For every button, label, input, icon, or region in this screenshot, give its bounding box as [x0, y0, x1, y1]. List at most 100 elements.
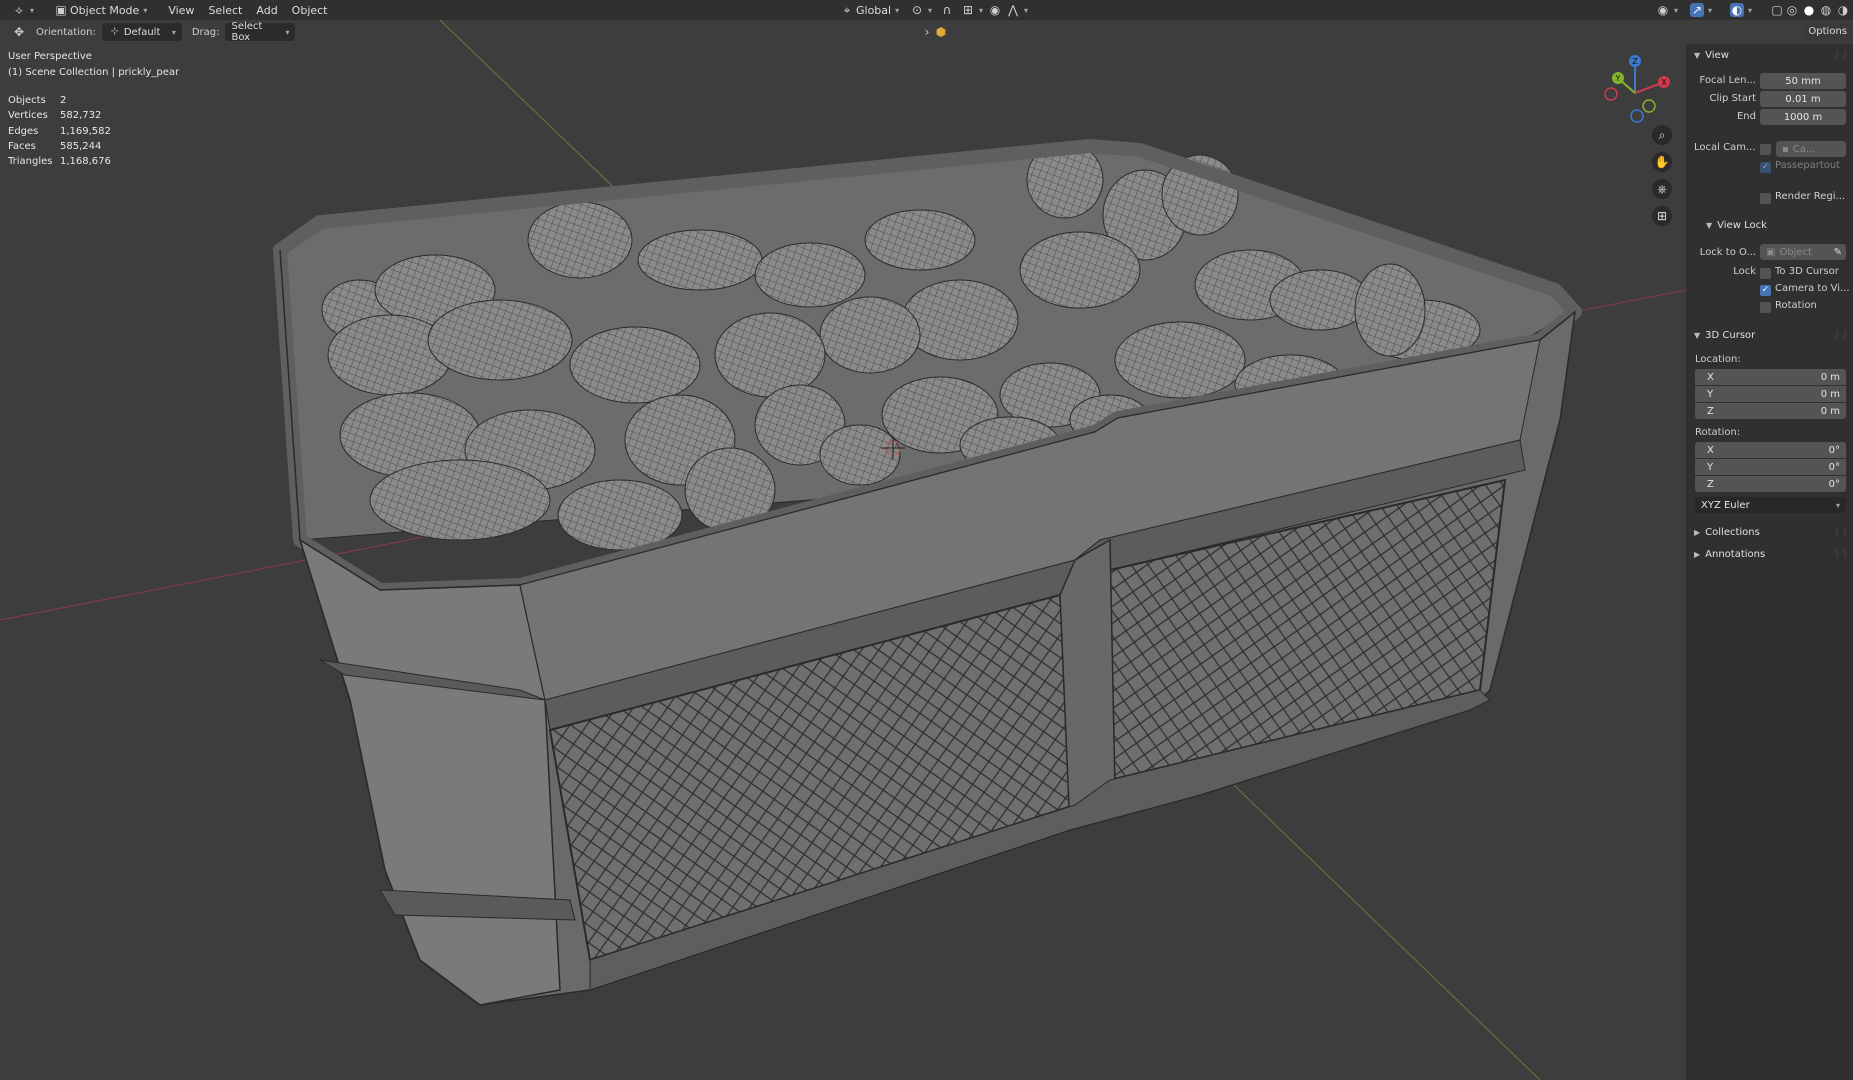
focal-length-label: Focal Len... — [1699, 75, 1756, 86]
navigation-gizmo[interactable]: Z X Y — [1600, 53, 1670, 123]
viewport-collection: (1) Scene Collection | prickly_pear — [8, 67, 180, 78]
editor-type-button[interactable]: ⟡ ▾ — [6, 1, 40, 19]
camera-icon: ▪ — [1782, 143, 1789, 155]
lock-to-3d-cursor-checkbox[interactable] — [1760, 268, 1771, 279]
chevron-right-icon: ▶ — [1694, 549, 1701, 559]
menu-add[interactable]: Add — [249, 4, 284, 17]
cursor-location-z-field[interactable]: Z0 m — [1695, 403, 1846, 419]
panel-header-3d-cursor[interactable]: ▼ 3D Cursor — [1694, 326, 1755, 344]
chevron-down-icon: ▾ — [1835, 500, 1840, 510]
overlay-toggle[interactable]: ◐ ▾ — [1724, 1, 1758, 19]
render-region-checkbox[interactable] — [1760, 193, 1771, 204]
cursor-rotation-x-field[interactable]: X 0° — [1695, 442, 1846, 458]
menu-view[interactable]: View — [161, 4, 201, 17]
chevron-down-icon: ▼ — [1694, 50, 1701, 60]
cursor-location-label: Location: — [1695, 354, 1741, 365]
object-mode-icon: ▣ — [55, 3, 67, 17]
local-camera-checkbox[interactable] — [1760, 144, 1771, 155]
panel-header-annotations[interactable]: ▶ Annotations — [1694, 545, 1765, 563]
orientation-default-icon: ⊹ — [110, 26, 120, 37]
menu-object[interactable]: Object — [285, 4, 335, 17]
scene-statistics: Objects 2 Vertices 582,732 Edges 1,169,582 … — [8, 93, 111, 169]
local-camera-label: Local Cam... — [1694, 142, 1756, 153]
snap-increment-icon: ⊞ — [962, 3, 974, 17]
gizmo-toggle[interactable]: ↗ ▾ — [1684, 1, 1718, 19]
pivot-point-button[interactable]: ⊙ ▾ — [904, 1, 938, 19]
rendered-shading-icon: ◑ — [1837, 3, 1849, 17]
drag-label: Drag: — [191, 26, 220, 38]
mode-dropdown[interactable]: ▣ Object Mode ▾ — [48, 1, 153, 19]
drag-value: Select Box — [231, 21, 263, 43]
cursor-location-y-field[interactable]: Y0 m — [1695, 386, 1846, 402]
eyedropper-icon[interactable]: ✎ — [1834, 247, 1842, 258]
solid-shading-icon: ● — [1803, 3, 1815, 17]
sidebar-n-panel: Options ▼ View ⋮⋮ Focal Len... 50 mm Cli… — [1686, 22, 1853, 1080]
gizmo-icon: ↗ — [1690, 3, 1704, 17]
zoom-icon[interactable]: ⌕ — [1652, 125, 1672, 145]
gizmo-x-label: X — [1661, 78, 1667, 87]
material-shading-icon: ◍ — [1820, 3, 1832, 17]
shading-rendered-button[interactable]: ◑ — [1834, 1, 1852, 19]
transform-orientation-label: Global — [856, 3, 892, 17]
lock-camera-to-view-label: Camera to Vi... — [1775, 283, 1850, 294]
clip-end-label: End — [1736, 111, 1756, 122]
lock-camera-to-view-checkbox[interactable]: ✓ — [1760, 285, 1771, 296]
lock-rotation-label: Rotation — [1775, 300, 1817, 311]
panel-header-view[interactable]: ▼ View — [1694, 46, 1729, 64]
visibility-button[interactable]: ◉ ▾ — [1650, 1, 1684, 19]
focal-length-field[interactable]: 50 mm — [1760, 73, 1846, 89]
pan-hand-icon[interactable]: ✋ — [1652, 152, 1672, 172]
gizmo-z-label: Z — [1632, 57, 1638, 66]
shading-material-button[interactable]: ◍ — [1817, 1, 1835, 19]
menu-select[interactable]: Select — [201, 4, 249, 17]
stat-row: Faces 585,244 — [8, 141, 102, 153]
lock-label: Lock — [1733, 266, 1756, 277]
pivot-icon: ⊙ — [911, 3, 923, 17]
orientation-dropdown[interactable]: ⊹ Default ▾ — [101, 23, 182, 41]
clip-start-label: Clip Start — [1709, 93, 1757, 104]
shading-wireframe-button[interactable]: ◎ — [1783, 1, 1801, 19]
options-tab[interactable]: Options — [1802, 22, 1853, 42]
drag-handle-icon[interactable]: ⋮⋮ — [1833, 527, 1849, 536]
drag-handle-icon[interactable]: ⋮⋮ — [1833, 50, 1849, 59]
passepartout-label: Passepartout — [1775, 160, 1841, 171]
cursor-rotation-z-field[interactable]: Z 0° — [1695, 476, 1846, 492]
drag-handle-icon[interactable]: ⋮⋮ — [1833, 330, 1849, 339]
falloff-icon: ⋀ — [1008, 3, 1018, 17]
editor-type-icon: ⟡ — [15, 3, 23, 17]
lock-rotation-checkbox[interactable] — [1760, 302, 1771, 313]
lock-to-object-field[interactable]: ▣ Object ✎ — [1760, 244, 1846, 260]
passepartout-checkbox[interactable]: ✓ — [1760, 162, 1771, 173]
orientation-global-icon: ⌖ — [843, 3, 851, 17]
cursor-rotation-label: Rotation: — [1695, 427, 1741, 438]
panel-header-collections[interactable]: ▶ Collections — [1694, 523, 1760, 541]
tool-settings-bar: ✥ Orientation: ⊹ Default ▾ Drag: Select … — [0, 20, 1686, 44]
xray-icon: ▢ — [1771, 3, 1783, 17]
cursor-rotation-y-field[interactable]: Y 0° — [1695, 459, 1846, 475]
rotation-mode-dropdown[interactable]: XYZ Euler ▾ — [1695, 497, 1846, 513]
panel-header-view-lock[interactable]: ▼ View Lock — [1706, 216, 1767, 234]
render-region-label: Render Regi... — [1775, 191, 1846, 202]
stat-row: Objects 2 — [8, 95, 67, 107]
clip-start-field[interactable]: 0.01 m — [1760, 91, 1846, 107]
gizmo-y-label: Y — [1615, 74, 1621, 83]
stat-row: Edges 1,169,582 — [8, 125, 111, 137]
shading-solid-button[interactable]: ● — [1800, 1, 1818, 19]
lock-to-object-label: Lock to O... — [1699, 247, 1756, 258]
scene-render — [0, 20, 1686, 1080]
chevron-down-icon: ▼ — [1694, 330, 1701, 340]
camera-view-icon[interactable]: ⎈ — [1652, 179, 1672, 199]
cursor-location-x-field[interactable]: X0 m — [1695, 369, 1846, 385]
local-camera-field[interactable]: ▪ Ca... — [1776, 141, 1846, 157]
collapse-toolbar-button[interactable]: › ⬢ — [914, 23, 954, 41]
transform-orientation-dropdown[interactable]: ⌖ Global ▾ — [834, 1, 905, 19]
falloff-button[interactable]: ⋀ ▾ — [1000, 1, 1034, 19]
drag-dropdown[interactable]: Select Box ▾ — [225, 21, 296, 43]
stat-row: Triangles 1,168,676 — [8, 156, 111, 168]
asset-shelf-icon: ⬢ — [935, 25, 947, 39]
clip-end-field[interactable]: 1000 m — [1760, 109, 1846, 125]
drag-handle-icon[interactable]: ⋮⋮ — [1833, 549, 1849, 558]
perspective-toggle-icon[interactable]: ⊞ — [1652, 206, 1672, 226]
3d-viewport[interactable]: ✥ Orientation: ⊹ Default ▾ Drag: Select … — [0, 20, 1686, 1080]
transform-tool-icon: ✥ — [13, 25, 25, 39]
